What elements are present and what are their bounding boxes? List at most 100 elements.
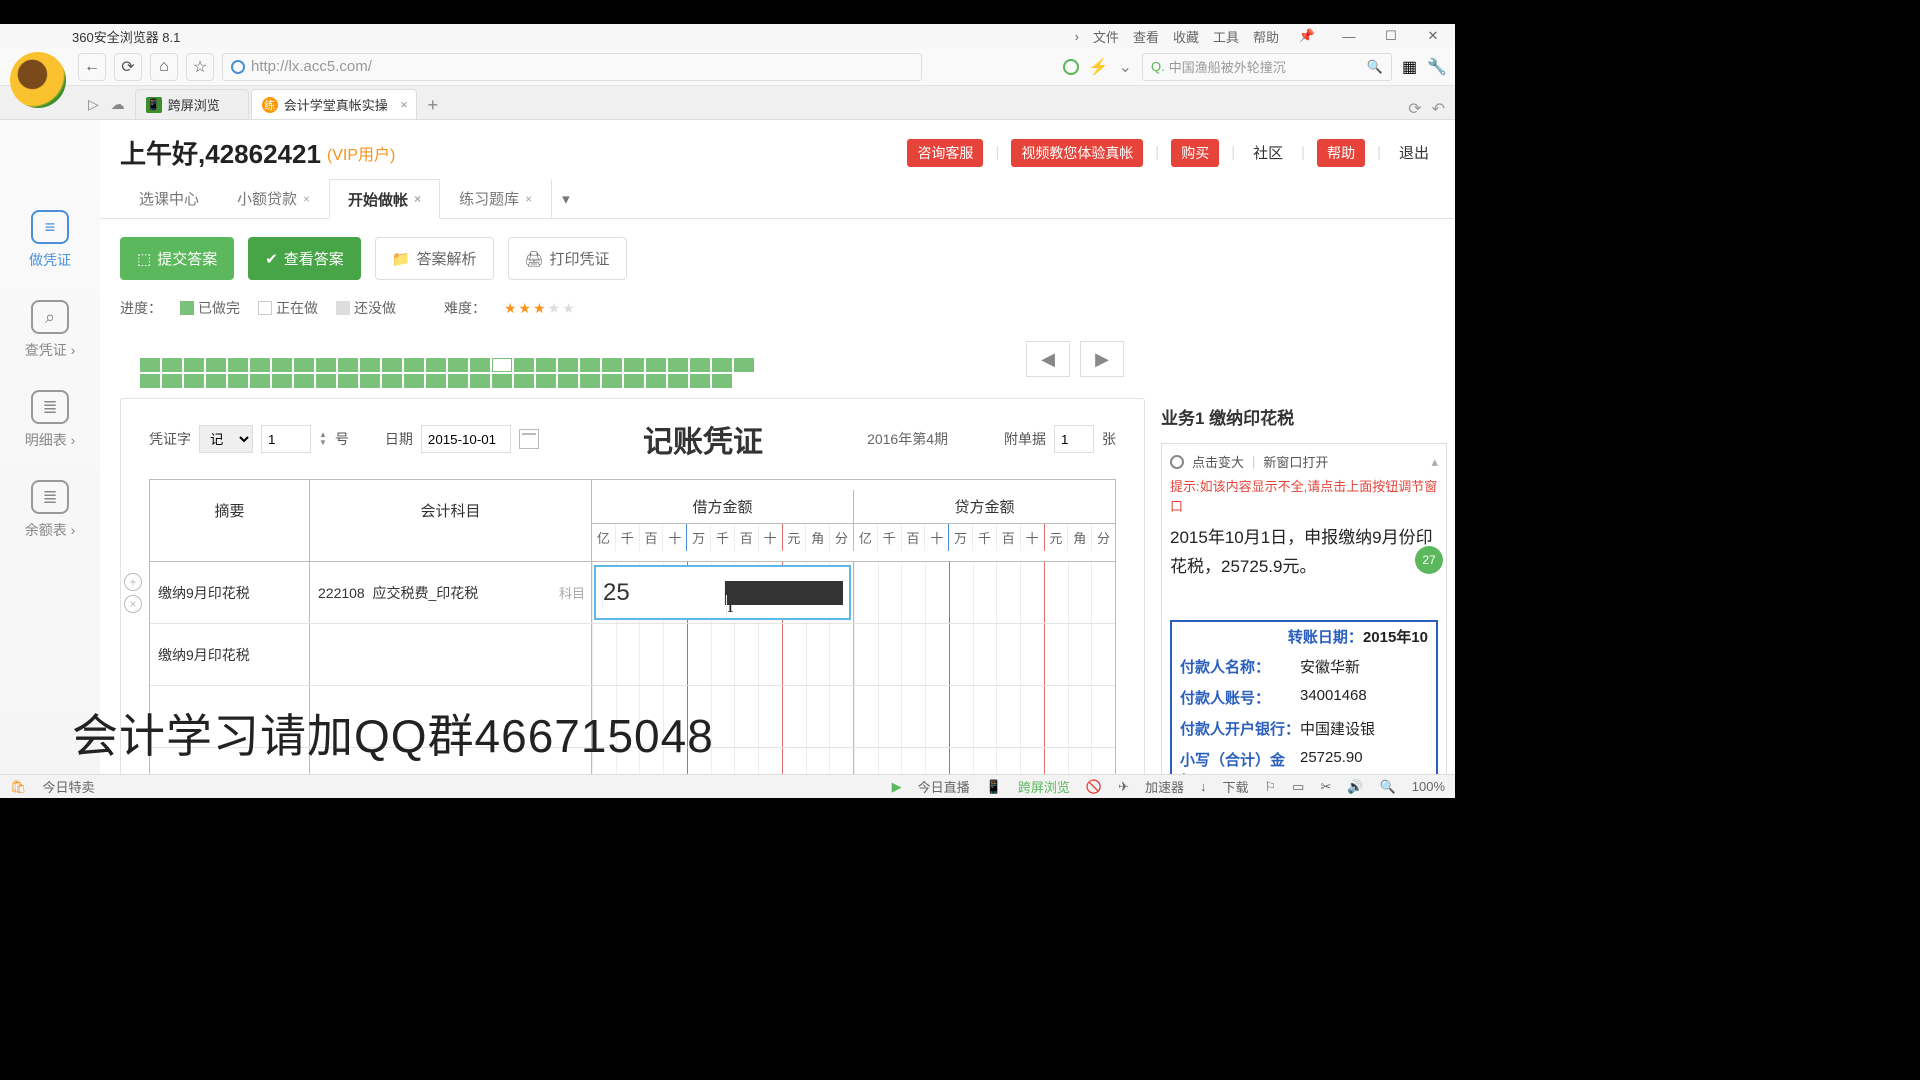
bolt-icon[interactable]: ⚡ [1089, 57, 1109, 77]
progress-cell[interactable] [734, 358, 754, 372]
progress-cell[interactable] [646, 374, 666, 388]
progress-cell[interactable] [668, 358, 688, 372]
restore-icon[interactable]: ⟳ [1408, 99, 1421, 119]
progress-cell[interactable] [140, 358, 160, 372]
zoom-icon[interactable]: 🔍 [1380, 779, 1396, 795]
progress-cell[interactable] [580, 374, 600, 388]
search-icon[interactable]: 🔍 [1367, 59, 1383, 75]
close-button[interactable]: ✕ [1419, 28, 1447, 44]
progress-cell[interactable] [206, 374, 226, 388]
prev-voucher-button[interactable]: ◀ [1026, 341, 1070, 377]
next-voucher-button[interactable]: ▶ [1080, 341, 1124, 377]
wrench-icon[interactable]: 🔧 [1427, 57, 1447, 77]
analysis-button[interactable]: 📁答案解析 [375, 237, 494, 280]
nav-detail[interactable]: ≣ 明细表 › [25, 390, 76, 450]
nav-balance[interactable]: ≣ 余额表 › [25, 480, 76, 540]
progress-cell[interactable] [404, 374, 424, 388]
back-button[interactable]: ← [78, 53, 106, 81]
pin-icon[interactable]: 📌 [1293, 28, 1321, 44]
voucher-word-select[interactable]: 记 [199, 425, 253, 453]
rocket-icon[interactable]: ✈ [1118, 779, 1129, 795]
progress-cell[interactable] [690, 374, 710, 388]
menu-view[interactable]: 查看 [1133, 27, 1159, 46]
debit-amount-cell[interactable]: 25 I [592, 562, 853, 623]
credit-amount-cell[interactable] [853, 624, 1115, 685]
progress-cell[interactable] [228, 374, 248, 388]
video-button[interactable]: 视频教您体验真帐 [1011, 139, 1143, 167]
close-icon[interactable]: × [303, 192, 310, 206]
date-input[interactable] [421, 425, 511, 453]
play-icon[interactable]: ▷ [88, 96, 99, 113]
menu-help[interactable]: 帮助 [1253, 27, 1279, 46]
progress-cell[interactable] [448, 374, 468, 388]
buy-button[interactable]: 购买 [1171, 139, 1219, 167]
amount-input[interactable]: 25 I [594, 565, 851, 620]
progress-cell[interactable] [360, 358, 380, 372]
progress-cell[interactable] [206, 358, 226, 372]
close-icon[interactable]: × [414, 192, 421, 206]
sound-icon[interactable]: 🔊 [1347, 779, 1363, 795]
progress-cell[interactable] [492, 358, 512, 372]
progress-cell[interactable] [162, 374, 182, 388]
progress-cell[interactable] [602, 374, 622, 388]
progress-cell[interactable] [514, 358, 534, 372]
progress-cell[interactable] [514, 374, 534, 388]
progress-cells[interactable] [120, 358, 760, 388]
logout-link[interactable]: 退出 [1393, 138, 1435, 167]
cloud-icon[interactable]: ☁ [111, 96, 125, 113]
progress-cell[interactable] [580, 358, 600, 372]
tab-start-accounting[interactable]: 开始做帐× [329, 179, 440, 219]
tab-dropdown[interactable]: ▾ [551, 179, 581, 218]
del-row-icon[interactable]: × [124, 595, 142, 613]
shield-icon[interactable] [1063, 59, 1079, 75]
nav-make-voucher[interactable]: ≡ 做凭证 [29, 210, 71, 270]
progress-cell[interactable] [338, 358, 358, 372]
new-window-link[interactable]: 新窗口打开 [1263, 452, 1328, 471]
progress-cell[interactable] [426, 358, 446, 372]
progress-cell[interactable] [228, 358, 248, 372]
progress-cell[interactable] [712, 358, 732, 372]
menu-file[interactable]: 文件 [1093, 27, 1119, 46]
progress-cell[interactable] [558, 374, 578, 388]
shop-icon[interactable]: 🛍 [10, 779, 27, 795]
chevron-down-icon[interactable]: ⌄ [1119, 57, 1132, 77]
progress-cell[interactable] [140, 374, 160, 388]
progress-cell[interactable] [184, 374, 204, 388]
close-tab-icon[interactable]: × [400, 97, 408, 112]
today-sale-link[interactable]: 今日特卖 [43, 777, 95, 796]
menu-tools[interactable]: 工具 [1213, 27, 1239, 46]
chevron-up-icon[interactable]: ▴ [1431, 454, 1438, 470]
summary-cell[interactable]: 缴纳9月印花税 [150, 624, 310, 685]
submit-button[interactable]: ⬚提交答案 [120, 237, 234, 280]
progress-cell[interactable] [602, 358, 622, 372]
tab-loan[interactable]: 小额贷款× [218, 179, 329, 218]
progress-cell[interactable] [272, 358, 292, 372]
progress-cell[interactable] [404, 358, 424, 372]
community-link[interactable]: 社区 [1247, 138, 1289, 167]
tab-accounting[interactable]: 练 会计学堂真帐实操 × [251, 89, 417, 119]
scissors-icon[interactable]: ✂ [1320, 779, 1331, 795]
summary-cell[interactable]: +× 缴纳9月印花税 [150, 562, 310, 623]
progress-cell[interactable] [558, 358, 578, 372]
progress-cell[interactable] [382, 358, 402, 372]
progress-cell[interactable] [184, 358, 204, 372]
debit-amount-cell[interactable] [592, 624, 853, 685]
progress-cell[interactable] [536, 358, 556, 372]
count-badge[interactable]: 27 [1415, 546, 1443, 574]
progress-cell[interactable] [492, 374, 512, 388]
flag-icon[interactable]: ⚐ [1265, 779, 1277, 795]
progress-cell[interactable] [646, 358, 666, 372]
undo-icon[interactable]: ↶ [1432, 99, 1445, 119]
credit-amount-cell[interactable] [853, 748, 1115, 774]
progress-cell[interactable] [624, 374, 644, 388]
progress-cell[interactable] [316, 358, 336, 372]
subject-link[interactable]: 科目 [559, 583, 585, 602]
help-button[interactable]: 帮助 [1317, 139, 1365, 167]
progress-cell[interactable] [250, 358, 270, 372]
close-icon[interactable]: × [525, 192, 532, 206]
tab-exercises[interactable]: 练习题库× [440, 179, 551, 218]
nav-search-voucher[interactable]: ⌕ 查凭证 › [25, 300, 76, 360]
chevron-right-icon[interactable]: › [1075, 29, 1079, 44]
account-cell[interactable]: 222108 应交税费_印花税 科目 [310, 562, 592, 623]
spinner-icon[interactable]: ▲▼ [319, 431, 327, 447]
